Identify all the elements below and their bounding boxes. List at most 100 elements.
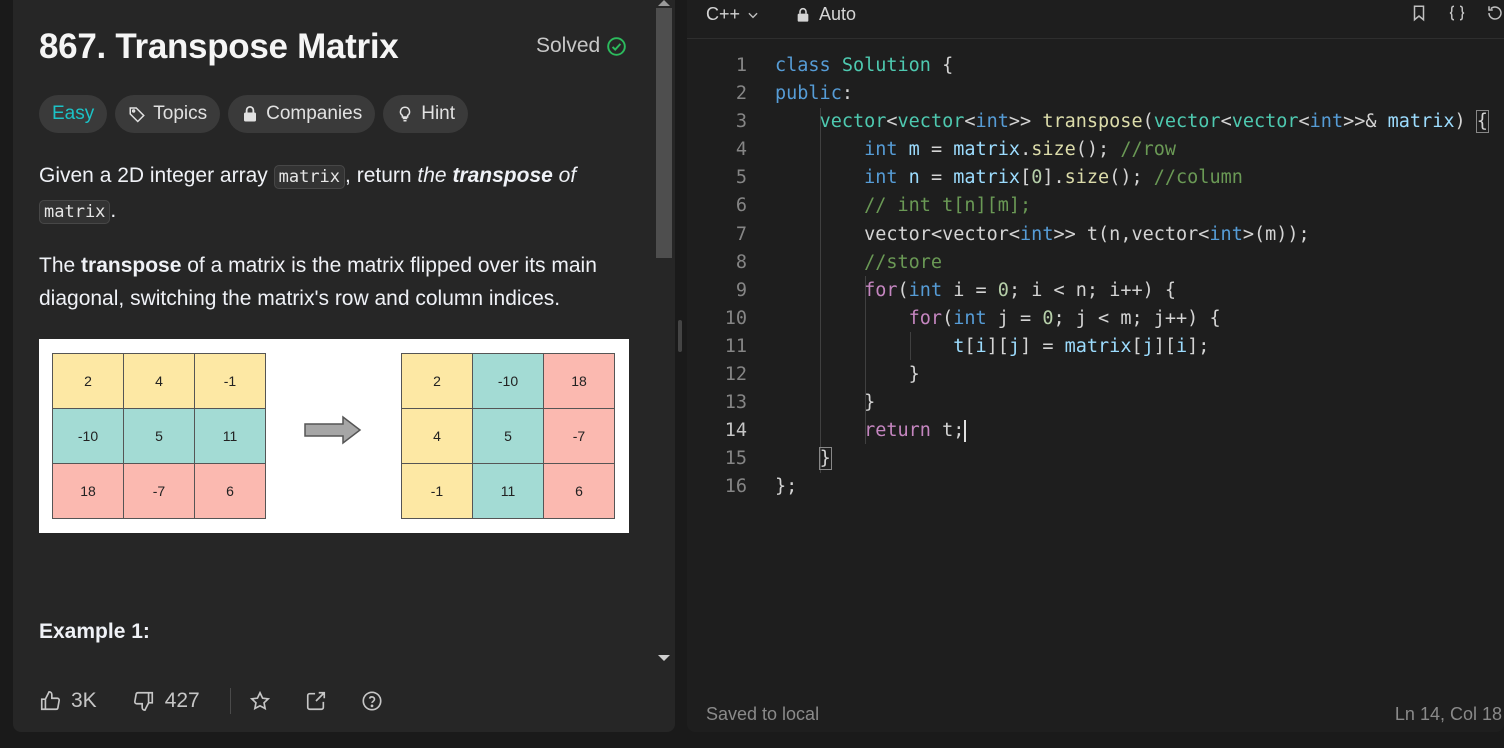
code-line: 16}; xyxy=(687,473,1504,501)
text-fragment: . xyxy=(110,199,117,222)
star-icon xyxy=(249,690,270,711)
hint-tag[interactable]: Hint xyxy=(383,95,469,133)
question-circle-icon xyxy=(362,691,382,711)
line-number: 7 xyxy=(735,223,747,245)
editor-toolbar: C++ Auto xyxy=(687,0,1504,39)
code-line: 11 t[i][j] = matrix[j][i]; xyxy=(687,333,1504,361)
bold-text: transpose xyxy=(81,254,182,277)
problem-panel: 867. Transpose Matrix Solved Easy Topics… xyxy=(13,0,675,732)
matrix-cell: 5 xyxy=(124,409,195,464)
line-number: 16 xyxy=(724,476,747,498)
matrix-before: 2 4 -1 -10 5 11 18 -7 6 xyxy=(52,353,266,519)
like-count: 3K xyxy=(71,689,97,712)
lock-icon xyxy=(244,106,257,122)
footer-divider xyxy=(229,688,231,714)
dislike-button[interactable]: 427 xyxy=(133,689,200,713)
editor-status-bar: Saved to local Ln 14, Col 18 xyxy=(687,700,1504,730)
code-line: 12 } xyxy=(687,361,1504,389)
line-number: 8 xyxy=(735,251,747,273)
tag-row: Easy Topics Companies Hint xyxy=(39,95,469,133)
description-paragraph-2: The transpose of a matrix is the matrix … xyxy=(39,249,639,315)
line-number: 5 xyxy=(735,167,747,189)
text-fragment: , return xyxy=(345,164,418,187)
matrix-cell: 18 xyxy=(544,354,615,409)
bookmark-icon[interactable] xyxy=(1410,4,1428,22)
code-line-active: 14 return t; xyxy=(687,417,1504,445)
share-button[interactable] xyxy=(305,690,327,712)
matrix-cell: 18 xyxy=(53,464,124,519)
panel-resize-handle[interactable] xyxy=(678,320,682,352)
matrix-cell: 4 xyxy=(402,409,473,464)
companies-label: Companies xyxy=(266,103,363,124)
code-line: 10 for(int j = 0; j < m; j++) { xyxy=(687,305,1504,333)
chevron-down-icon xyxy=(748,12,758,18)
scroll-down-icon[interactable] xyxy=(658,655,670,661)
line-number: 10 xyxy=(724,307,747,329)
help-button[interactable] xyxy=(361,690,383,712)
code-line: 3 vector<vector<int>> transpose(vector<v… xyxy=(687,108,1504,136)
matrix-cell: 11 xyxy=(195,409,266,464)
cursor-position: Ln 14, Col 18 xyxy=(1394,704,1502,724)
code-line: 1 class Solution { xyxy=(687,52,1504,80)
reset-icon[interactable] xyxy=(1486,4,1504,22)
code-line: 9 for(int i = 0; i < n; i++) { xyxy=(687,277,1504,305)
favorite-button[interactable] xyxy=(249,690,271,712)
language-label: C++ xyxy=(706,4,741,24)
scroll-up-icon[interactable] xyxy=(658,0,670,6)
description-paragraph-1: Given a 2D integer array matrix, return … xyxy=(39,159,639,229)
share-icon xyxy=(306,691,325,711)
thumbs-down-icon xyxy=(133,691,153,711)
problem-footer: 3K 427 xyxy=(39,683,383,719)
lightbulb-icon xyxy=(399,106,411,122)
difficulty-label: Easy xyxy=(52,103,95,124)
problem-title: 867. Transpose Matrix xyxy=(39,27,399,66)
matrix-cell: 2 xyxy=(53,354,124,409)
check-circle-icon xyxy=(607,36,626,56)
text-fragment: The xyxy=(39,254,82,277)
matrix-cell: 6 xyxy=(544,464,615,519)
format-braces-icon[interactable] xyxy=(1448,4,1466,22)
arrow-right-icon xyxy=(304,415,362,445)
inline-code: matrix xyxy=(273,165,346,189)
difficulty-tag[interactable]: Easy xyxy=(39,95,108,133)
topics-tag[interactable]: Topics xyxy=(115,95,221,133)
tag-icon xyxy=(129,107,146,123)
thumbs-up-icon xyxy=(40,691,60,711)
autocomplete-label: Auto xyxy=(819,4,857,24)
topics-label: Topics xyxy=(153,103,208,124)
companies-tag[interactable]: Companies xyxy=(228,95,376,133)
language-select[interactable]: C++ xyxy=(706,4,760,25)
save-status: Saved to local xyxy=(706,704,820,724)
hint-label: Hint xyxy=(421,103,456,124)
like-button[interactable]: 3K xyxy=(39,689,97,713)
line-number: 11 xyxy=(724,335,747,357)
matrix-cell: 11 xyxy=(473,464,544,519)
inline-code: matrix xyxy=(39,200,111,224)
matrix-cell: 6 xyxy=(195,464,266,519)
scrollbar-thumb[interactable] xyxy=(656,8,672,258)
matrix-cell: -7 xyxy=(124,464,195,519)
bold-text: transpose xyxy=(452,164,553,187)
lock-icon xyxy=(797,7,809,22)
line-number: 2 xyxy=(735,83,747,105)
matrix-cell: -1 xyxy=(402,464,473,519)
text-cursor xyxy=(964,420,967,443)
line-number: 4 xyxy=(735,139,747,161)
code-area[interactable]: 1 class Solution { 2 public: 3 vector<vect… xyxy=(687,52,1504,502)
code-line: 7 vector<vector<int>> t(n,vector<int>(m)… xyxy=(687,221,1504,249)
line-number: 14 xyxy=(724,420,747,442)
problem-description: 867. Transpose Matrix Solved Easy Topics… xyxy=(39,0,639,680)
matrix-cell: -7 xyxy=(544,409,615,464)
autocomplete-toggle[interactable]: Auto xyxy=(795,4,856,25)
matrix-cell: 5 xyxy=(473,409,544,464)
text-fragment: Given a 2D integer array xyxy=(39,164,274,187)
matrix-cell: -10 xyxy=(473,354,544,409)
matrix-after: 2 -10 18 4 5 -7 -1 11 6 xyxy=(401,353,615,519)
example-heading: Example 1: xyxy=(39,620,150,643)
matrix-cell: -1 xyxy=(195,354,266,409)
dislike-count: 427 xyxy=(164,689,200,712)
code-line: 8 //store xyxy=(687,249,1504,277)
code-line: 5 int n = matrix[0].size(); //column xyxy=(687,164,1504,192)
code-line: 4 int m = matrix.size(); //row xyxy=(687,136,1504,164)
line-number: 6 xyxy=(735,195,747,217)
